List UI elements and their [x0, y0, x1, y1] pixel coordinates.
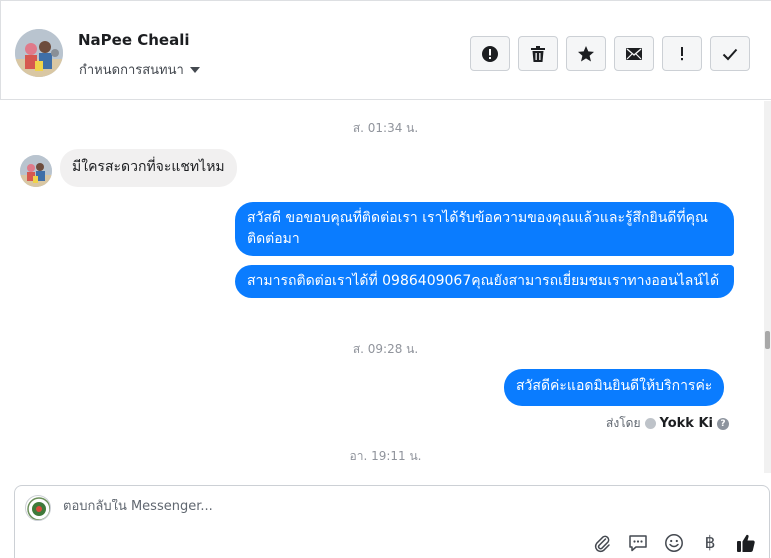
mark-done-button[interactable] — [710, 36, 750, 71]
incoming-message[interactable]: มีใครสะดวกที่จะแชทไหม — [60, 149, 237, 187]
outgoing-message[interactable]: สามารถติดต่อเราได้ที่ 0986409067คุณยังสา… — [235, 265, 734, 298]
sent-by-info: ส่งโดย Yokk Ki ? — [606, 414, 729, 433]
sent-by-label: ส่งโดย — [606, 416, 641, 430]
thumbs-up-icon — [737, 534, 755, 552]
star-icon — [578, 45, 594, 61]
mark-unread-button[interactable] — [614, 36, 654, 71]
payment-button[interactable]: ฿ — [699, 532, 721, 554]
conversation-settings-label: กำหนดการสนทนา — [79, 63, 184, 78]
truncated-message-text: · — [700, 101, 704, 106]
emoji-icon — [665, 534, 683, 552]
attach-button[interactable] — [591, 532, 613, 554]
page-avatar — [25, 495, 51, 521]
envelope-icon — [626, 47, 642, 60]
contact-name[interactable]: NaPee Cheali — [78, 31, 190, 49]
composer-tools: ฿ — [591, 532, 757, 554]
star-button[interactable] — [566, 36, 606, 71]
reply-input[interactable] — [63, 499, 663, 514]
report-spam-button[interactable] — [470, 36, 510, 71]
contact-avatar-small[interactable] — [20, 155, 52, 187]
message-thread[interactable]: · ส. 01:34 น. มีใครสะดวกที่จะแชทไหม สวัส… — [0, 101, 766, 473]
header-actions — [470, 36, 750, 71]
timestamp: ส. 01:34 น. — [352, 121, 419, 135]
follow-up-button[interactable] — [662, 36, 702, 71]
sender-name[interactable]: Yokk Ki — [660, 416, 714, 431]
thread-scrollbar[interactable] — [764, 101, 771, 473]
outgoing-message[interactable]: สวัสดี ขอขอบคุณที่ติดต่อเรา เราได้รับข้อ… — [235, 202, 734, 256]
emoji-button[interactable] — [663, 532, 685, 554]
check-icon — [722, 48, 738, 60]
timestamp: อา. 19:11 น. — [349, 449, 422, 463]
conversation-settings-dropdown[interactable]: กำหนดการสนทนา — [79, 59, 200, 80]
delete-button[interactable] — [518, 36, 558, 71]
trash-icon — [531, 45, 545, 62]
baht-icon: ฿ — [704, 533, 716, 553]
exclamation-circle-icon — [482, 45, 498, 62]
saved-replies-icon — [629, 535, 647, 552]
sender-avatar-icon — [644, 418, 656, 429]
reply-composer: ฿ — [14, 485, 770, 558]
paperclip-icon — [594, 535, 610, 553]
caret-down-icon — [189, 66, 200, 73]
contact-avatar[interactable] — [15, 29, 63, 77]
timestamp: ส. 09:28 น. — [352, 342, 419, 356]
like-button[interactable] — [735, 532, 757, 554]
conversation-header: NaPee Cheali กำหนดการสนทนา — [0, 0, 771, 100]
scrollbar-thumb[interactable] — [765, 331, 770, 349]
help-icon[interactable]: ? — [717, 417, 729, 430]
saved-replies-button[interactable] — [627, 532, 649, 554]
outgoing-message[interactable]: สวัสดีค่ะแอดมินยินดีให้บริการค่ะ — [504, 369, 725, 406]
exclamation-icon — [681, 46, 683, 60]
